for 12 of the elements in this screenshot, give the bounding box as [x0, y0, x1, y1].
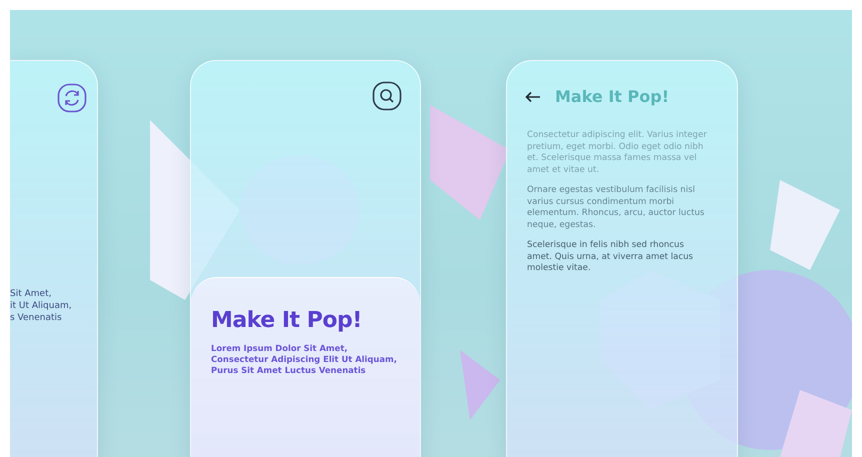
card-text: it Ut Aliquam,	[10, 300, 72, 312]
card-title: Make It Pop!	[211, 308, 363, 333]
card-title: Make It Pop!	[555, 87, 669, 106]
card-text: Sit Amet,	[10, 288, 52, 300]
paragraph: Consectetur adipiscing elit. Varius integer pretium, eget morbi. Odio eget odio nibh et. Scelerisque massa fames massa vel amet et vitae ut.	[527, 130, 708, 176]
card-text: Lorem Ipsum Dolor Sit Amet, Consectetur Adipiscing Elit Ut Aliquam, Purus Sit Amet Luctus Venenatis	[211, 343, 398, 376]
card-text: s Venenatis	[10, 312, 63, 324]
search-icon[interactable]	[372, 81, 402, 111]
back-arrow-icon[interactable]	[525, 90, 541, 102]
refresh-icon[interactable]	[57, 83, 87, 113]
paragraph: Scelerisque in felis nibh sed rhoncus amet. Quis urna, at viverra amet lacus molestie vitae.	[527, 240, 694, 274]
paragraph: Ornare egestas vestibulum facilisis nisl varius cursus condimentum morbi elementum. Rhoncus, arcu, auctor luctus neque, egestas.	[527, 185, 706, 231]
